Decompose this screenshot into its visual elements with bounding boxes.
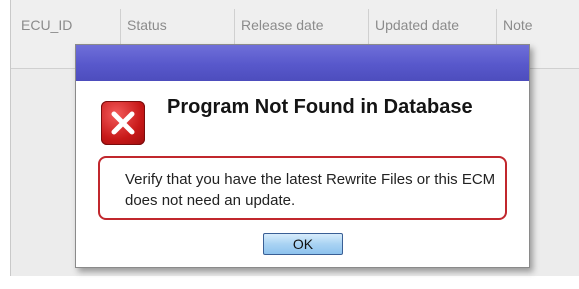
dialog-title: Program Not Found in Database (167, 96, 473, 118)
error-dialog: Program Not Found in Database Verify tha… (75, 44, 530, 268)
error-x-icon (101, 101, 145, 145)
dialog-message: Verify that you have the latest Rewrite … (98, 156, 507, 220)
ok-button[interactable]: OK (263, 233, 343, 255)
dialog-titlebar[interactable] (76, 45, 529, 81)
